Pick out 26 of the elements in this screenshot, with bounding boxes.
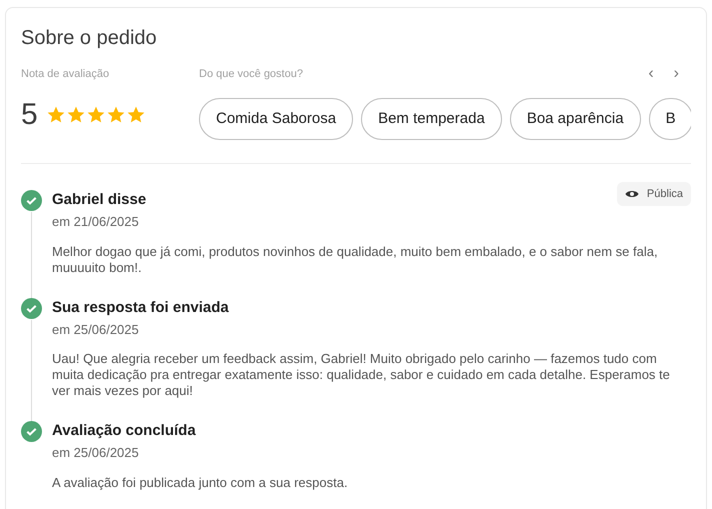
star-icon [66,104,86,124]
event-text: Melhor dogao que já comi, produtos novinhos de qualidade, muito bem embalado, e o sabor nem se fala, muuuuito bom!. [52,244,659,276]
previous-button[interactable]: ‹ [648,62,654,86]
star-icon [126,104,146,124]
event-title: Gabriel disse [52,190,146,210]
next-button[interactable]: › [674,62,679,86]
event-date: em 25/06/2025 [52,444,140,462]
event-date: em 25/06/2025 [52,320,140,338]
section-title: Sobre o pedido [21,26,158,50]
tag-chip[interactable]: Boa aparência [510,98,641,140]
liked-label: Do que você gostou? [199,67,303,82]
rating-label: Nota de avaliação [21,67,110,82]
tag-chip[interactable]: Comida Saborosa [199,98,354,140]
rating-value: 5 [21,96,38,132]
badge-text: Pública [646,186,683,202]
star-icon [86,104,106,124]
star-icon [106,104,126,124]
event-title: Sua resposta foi enviada [52,298,229,318]
event-date: em 21/06/2025 [52,213,140,231]
event-title: Avaliação concluída [52,421,196,441]
event-text: A avaliação foi publicada junto com a sua resposta. [52,474,349,490]
eye-icon [624,189,639,199]
star-icon [46,104,66,124]
tag-chip[interactable]: B [648,98,691,140]
tag-chip[interactable]: Bem temperada [361,98,502,140]
event-text: Uau! Que alegria receber um feedback assim, Gabriel! Muito obrigado pelo carinho — fazemos tudo com muita dedicação pra entregar exatamente isso: qualidade, sabor e cuidado em cada detalhe. Esperamos te ver mais vezes por aqui! [52,351,671,399]
